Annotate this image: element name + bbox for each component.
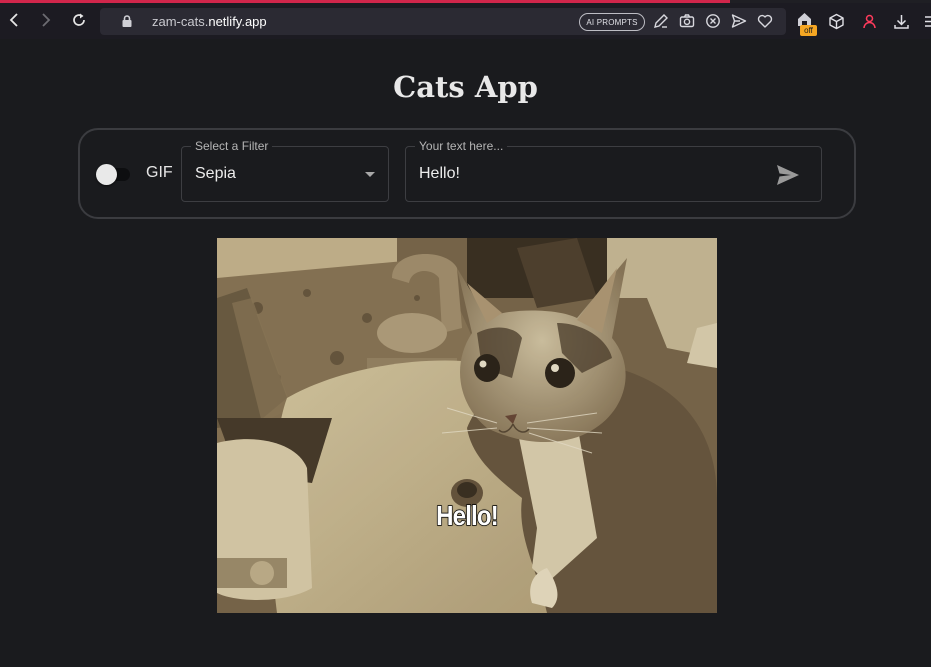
browser-toolbar: zam-cats.netlify.app AI PROMPTS off — [0, 3, 931, 39]
edit-icon[interactable] — [653, 13, 669, 29]
sepia-cat-photo — [217, 238, 717, 613]
page-title: Cats App — [393, 70, 538, 104]
forward-icon — [42, 13, 51, 27]
gif-label: GIF — [146, 164, 173, 181]
caption-text-field[interactable]: Your text here... — [405, 139, 822, 202]
caption-text-legend: Your text here... — [415, 139, 508, 153]
submit-button[interactable] — [774, 161, 802, 189]
download-icon[interactable] — [893, 13, 910, 30]
gif-toggle[interactable] — [96, 164, 136, 185]
account-icon[interactable] — [861, 13, 878, 30]
close-circle-icon[interactable] — [705, 13, 721, 29]
extension-off-badge: off — [800, 25, 817, 36]
forward-button[interactable] — [34, 8, 58, 32]
back-button[interactable] — [2, 8, 26, 32]
reload-icon — [73, 13, 85, 26]
heart-icon[interactable] — [757, 13, 773, 29]
address-bar[interactable]: zam-cats.netlify.app AI PROMPTS — [100, 8, 786, 35]
back-icon — [9, 13, 18, 27]
filter-select-value[interactable]: Sepia — [195, 165, 236, 183]
chevron-down-icon[interactable] — [365, 172, 375, 177]
image-caption: Hello! — [435, 499, 499, 532]
filter-select[interactable]: Select a Filter Sepia — [181, 139, 389, 202]
lock-icon — [122, 15, 132, 27]
menu-icon[interactable] — [924, 13, 931, 30]
url-text[interactable]: zam-cats.netlify.app — [152, 14, 267, 29]
cat-image: Hello! — [217, 238, 717, 613]
ai-prompts-button[interactable]: AI PROMPTS — [579, 13, 645, 31]
send-arrow-icon — [777, 165, 799, 185]
camera-icon[interactable] — [679, 13, 695, 29]
cube-icon[interactable] — [828, 13, 845, 30]
send-icon[interactable] — [731, 13, 747, 29]
gif-toggle-thumb — [96, 164, 117, 185]
caption-text-input[interactable] — [419, 165, 759, 183]
reload-button[interactable] — [67, 8, 91, 32]
filter-select-legend: Select a Filter — [191, 139, 273, 153]
